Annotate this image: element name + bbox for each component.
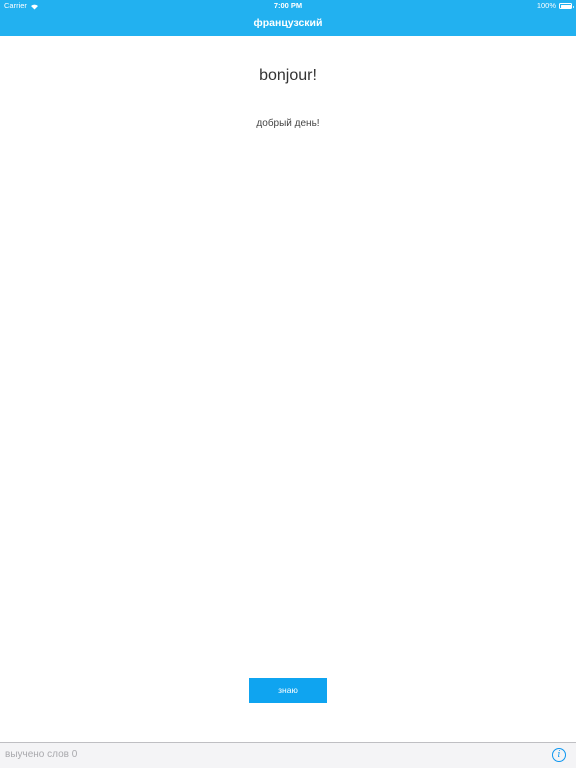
status-bar: Carrier 7:00 PM 100% — [0, 0, 576, 12]
learned-words-count: выучено слов 0 — [5, 749, 78, 760]
word-translation: добрый день! — [256, 118, 320, 129]
bottom-toolbar: выучено слов 0 i — [0, 742, 576, 768]
navigation-header: Carrier 7:00 PM 100% французский — [0, 0, 576, 36]
page-title: французский — [253, 17, 323, 29]
info-icon[interactable]: i — [552, 748, 566, 762]
battery-icon — [559, 3, 574, 9]
battery-percentage: 100% — [536, 1, 556, 10]
status-right: 100% — [536, 0, 574, 12]
know-button[interactable]: знаю — [249, 678, 327, 703]
status-time: 7:00 PM — [273, 1, 303, 10]
foreign-word: bonjour! — [259, 67, 317, 84]
app-screen: Carrier 7:00 PM 100% французский bonjour… — [0, 0, 576, 768]
